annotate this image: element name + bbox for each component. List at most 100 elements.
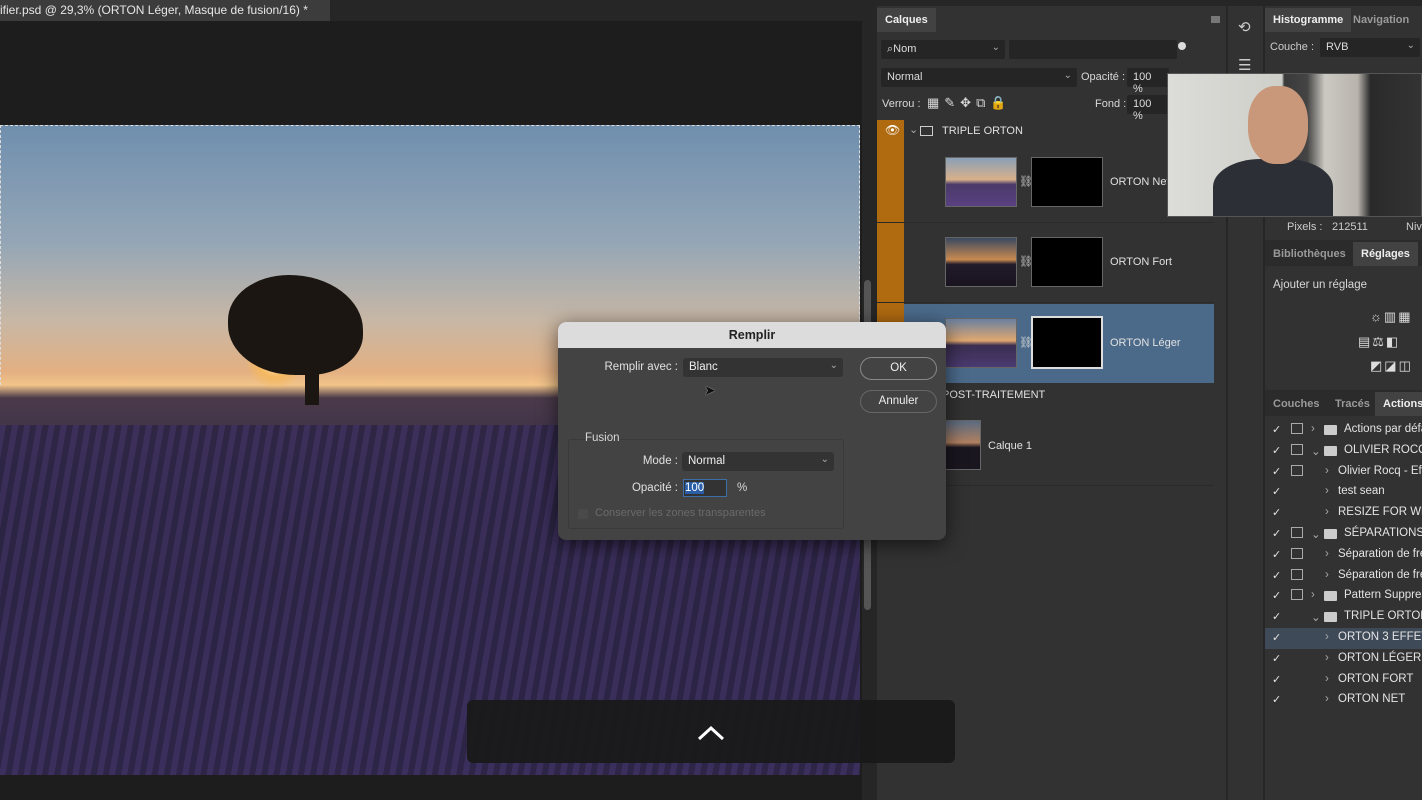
chevron-right-icon[interactable]: ›: [1325, 548, 1329, 560]
action-item[interactable]: ✓›ORTON 3 EFFETS: [1265, 628, 1422, 649]
tab-couches[interactable]: Couches: [1265, 392, 1327, 416]
chevron-right-icon[interactable]: ›: [1325, 485, 1329, 497]
tab-actions[interactable]: Actions: [1375, 392, 1422, 416]
layer-row[interactable]: ⛓ ORTON Net: [877, 143, 1214, 223]
fill-with-select[interactable]: Blanc ⌄: [683, 358, 843, 377]
action-item[interactable]: ✓ › Pattern Suppres: [1265, 586, 1422, 607]
ok-button[interactable]: OK: [860, 357, 937, 380]
adjustment-icons-row2[interactable]: ▤⚖◧: [1358, 334, 1400, 350]
history-icon[interactable]: ⟲: [1238, 18, 1251, 36]
eye-icon[interactable]: 👁: [885, 123, 900, 137]
tab-histogramme[interactable]: Histogramme: [1265, 8, 1352, 32]
action-item[interactable]: ✓ › ORTON NET: [1265, 690, 1422, 711]
check-icon[interactable]: ✓: [1272, 423, 1281, 436]
check-icon[interactable]: ✓: [1272, 444, 1281, 457]
level-label: Niv: [1406, 221, 1422, 233]
dialog-toggle-icon[interactable]: [1291, 589, 1303, 601]
chevron-right-icon[interactable]: ›: [1325, 465, 1329, 477]
dialog-toggle-icon[interactable]: [1291, 568, 1303, 580]
check-icon[interactable]: ✓: [1272, 569, 1281, 582]
cancel-button[interactable]: Annuler: [860, 390, 937, 413]
folder-icon: [1324, 612, 1337, 623]
layer-row[interactable]: ⛓ ORTON Fort: [877, 223, 1214, 303]
tab-calques[interactable]: Calques: [877, 8, 936, 32]
fill-input[interactable]: 100 %: [1127, 95, 1169, 122]
layer-thumbnail: [945, 157, 1017, 207]
layer-row[interactable]: 👁 ⌄ TRIPLE ORTON: [877, 120, 1214, 142]
action-item[interactable]: ✓ › test sean: [1265, 482, 1422, 503]
check-icon[interactable]: ✓: [1272, 589, 1281, 602]
layer-row-selected[interactable]: ⛓ ORTON Léger: [904, 304, 1214, 383]
check-icon[interactable]: ✓: [1272, 506, 1281, 519]
panel-menu-icon[interactable]: [1211, 16, 1220, 23]
layer-filter-input[interactable]: [1009, 40, 1177, 59]
dialog-toggle-icon[interactable]: [1291, 527, 1303, 538]
dialog-toggle-icon[interactable]: [1291, 547, 1303, 559]
tab-reglages[interactable]: Réglages: [1353, 242, 1418, 266]
chevron-right-icon[interactable]: ›: [1311, 423, 1315, 435]
action-item[interactable]: ✓ › Séparation de fré: [1265, 566, 1422, 587]
chevron-right-icon[interactable]: ›: [1325, 506, 1329, 518]
action-item[interactable]: ✓ › ORTON FORT: [1265, 670, 1422, 691]
layer-filter-select[interactable]: ⌕Nom ⌄: [881, 40, 1005, 59]
adjustments-icon[interactable]: ☰: [1238, 56, 1251, 74]
document-tab[interactable]: ifier.psd @ 29,3% (ORTON Léger, Masque d…: [0, 0, 330, 21]
layer-mask-thumbnail[interactable]: [1031, 316, 1103, 369]
action-item[interactable]: ✓ ⌄ TRIPLE ORTON: [1265, 607, 1422, 628]
layer-mask-thumbnail[interactable]: [1031, 237, 1103, 287]
chevron-right-icon[interactable]: ›: [1311, 589, 1315, 601]
check-icon[interactable]: ✓: [1272, 673, 1281, 686]
percent-label: %: [737, 482, 748, 494]
dialog-toggle-icon[interactable]: [1291, 464, 1303, 476]
preserve-transparency-checkbox[interactable]: [578, 509, 588, 519]
chevron-right-icon[interactable]: ›: [1325, 673, 1329, 685]
chevron-down-icon[interactable]: ⌄: [1311, 444, 1321, 458]
check-icon[interactable]: ✓: [1272, 485, 1281, 498]
check-icon[interactable]: ✓: [1272, 465, 1281, 478]
layer-mask-thumbnail[interactable]: [1031, 157, 1103, 207]
dialog-toggle-icon[interactable]: [1291, 423, 1303, 434]
check-icon[interactable]: ✓: [1272, 631, 1281, 644]
dialog-toggle-icon[interactable]: [1291, 443, 1303, 455]
check-icon[interactable]: ✓: [1272, 527, 1281, 540]
chevron-right-icon[interactable]: ›: [1325, 569, 1329, 581]
adjustment-icons-row3[interactable]: ◩◪◫: [1370, 358, 1413, 374]
action-item[interactable]: ✓ ⌄ SÉPARATIONS: [1265, 524, 1422, 545]
check-icon[interactable]: ✓: [1272, 693, 1281, 706]
video-controls-bar[interactable]: [467, 700, 955, 763]
chevron-down-icon[interactable]: ⌄: [909, 123, 918, 136]
chevron-down-icon: ⌄: [829, 360, 838, 371]
check-icon[interactable]: ✓: [1272, 610, 1281, 623]
tab-bibliotheques[interactable]: Bibliothèques: [1265, 242, 1354, 266]
lock-icons[interactable]: ▦✎✥⧉🔒: [927, 95, 1012, 111]
filter-toggle[interactable]: [1178, 42, 1186, 50]
opacity-input[interactable]: 100 %: [1127, 68, 1169, 95]
opacity-input[interactable]: 100: [683, 479, 727, 497]
chevron-down-icon[interactable]: ⌄: [1311, 527, 1321, 541]
mode-select[interactable]: Normal ⌄: [682, 452, 834, 471]
adjustment-icons-row1[interactable]: ☼▥▦: [1370, 309, 1412, 325]
action-item[interactable]: ✓ ⌄ OLIVIER ROCQ: [1265, 441, 1422, 462]
cursor-icon: ➤: [704, 382, 716, 398]
action-item[interactable]: ✓ › Olivier Rocq - Eff: [1265, 462, 1422, 483]
blend-mode-select[interactable]: Normal ⌄: [881, 68, 1077, 87]
fill-dialog: Remplir Remplir avec : Blanc ⌄ OK Annuler…: [558, 322, 946, 540]
mode-label: Mode :: [642, 455, 678, 467]
tab-traces[interactable]: Tracés: [1327, 392, 1378, 416]
chevron-right-icon[interactable]: ›: [1325, 693, 1329, 705]
action-item[interactable]: ✓ › ORTON LÉGER: [1265, 649, 1422, 670]
chevron-down-icon[interactable]: ⌄: [1311, 610, 1321, 624]
check-icon[interactable]: ✓: [1272, 652, 1281, 665]
channel-select[interactable]: RVB ⌄: [1320, 38, 1420, 57]
opacity-label: Opacité :: [1081, 71, 1126, 83]
chevron-right-icon[interactable]: ›: [1325, 652, 1329, 664]
folder-icon: [1324, 529, 1337, 539]
action-item[interactable]: ✓›RESIZE FOR WEB: [1265, 503, 1422, 524]
action-item[interactable]: ✓ › Séparation de fré: [1265, 545, 1422, 566]
chevron-up-icon[interactable]: [696, 724, 726, 742]
chevron-right-icon[interactable]: ›: [1325, 631, 1329, 643]
check-icon[interactable]: ✓: [1272, 548, 1281, 561]
action-item[interactable]: ✓›Actions par défaut: [1265, 420, 1422, 441]
tab-navigation[interactable]: Navigation: [1345, 8, 1417, 32]
chevron-down-icon: ⌄: [820, 454, 829, 465]
